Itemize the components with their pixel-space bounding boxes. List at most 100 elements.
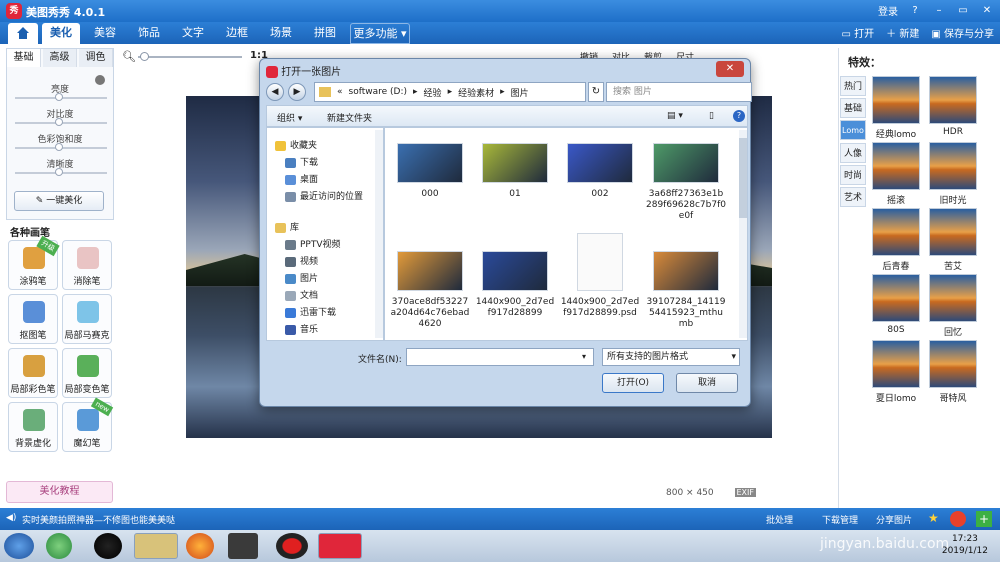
filename-input[interactable] [406, 348, 594, 366]
download-manager-button[interactable]: 下载管理 [822, 513, 858, 526]
zoom-icon[interactable]: 🔍︎ [122, 50, 136, 63]
effect-tab-lomo[interactable]: Lomo [840, 120, 866, 140]
qq-icon[interactable] [94, 533, 122, 559]
magic-brush-button[interactable]: 魔幻笔 new [62, 397, 114, 452]
tab-basic[interactable]: 基础 [7, 49, 41, 67]
explorer-icon[interactable] [134, 533, 178, 559]
effect-thumb[interactable] [929, 340, 977, 388]
file-item[interactable]: 002 [560, 143, 640, 200]
tab-more[interactable]: 更多功能 ▾ [350, 23, 410, 44]
nav-thunder-downloads[interactable]: 迅雷下载 [285, 305, 336, 318]
effect-tab-portrait[interactable]: 人像 [840, 143, 866, 163]
new-button[interactable]: ＋ 新建 [886, 25, 919, 40]
nav-pptv[interactable]: PPTV视频 [285, 237, 341, 250]
nav-scrollbar[interactable] [375, 130, 383, 338]
recolor-brush-button[interactable]: 局部变色笔 [62, 348, 112, 398]
cancel-button[interactable]: 取消 [676, 373, 738, 393]
tab-beautify[interactable]: 美化 [42, 23, 80, 44]
effect-tab-art[interactable]: 艺术 [840, 187, 866, 207]
weibo-icon[interactable] [950, 511, 966, 527]
organize-button[interactable]: 组织 ▾ [277, 111, 302, 124]
effect-thumb[interactable] [872, 340, 920, 388]
breadcrumb-pictures[interactable]: 图片 [511, 86, 529, 99]
back-button[interactable]: ◀ [266, 83, 284, 101]
breadcrumb-jingyan[interactable]: 经验 [424, 86, 442, 99]
tab-scene[interactable]: 场景 [262, 23, 300, 44]
effect-tab-basic[interactable]: 基础 [840, 98, 866, 118]
dialog-close-button[interactable]: ✕ [716, 61, 744, 77]
save-share-button[interactable]: ▣ 保存与分享 [931, 25, 994, 40]
zoom-slider[interactable] [138, 56, 242, 58]
minimize-button[interactable]: – [932, 4, 946, 18]
effect-tab-hot[interactable]: 热门 [840, 76, 866, 96]
blur-background-button[interactable]: 背景虚化 [8, 402, 58, 452]
eraser-brush-button[interactable]: 消除笔 [62, 240, 112, 290]
filetype-select[interactable]: 所有支持的图片格式 ▾ [602, 348, 740, 366]
nav-music[interactable]: 音乐 [285, 322, 318, 335]
add-icon[interactable]: + [976, 511, 992, 527]
refresh-icon[interactable]: ↻ [588, 82, 604, 102]
effect-thumb[interactable] [929, 208, 977, 256]
sharpness-knob[interactable] [55, 168, 63, 176]
share-image-button[interactable]: 分享图片 [876, 513, 912, 526]
nav-documents[interactable]: 文档 [285, 288, 318, 301]
promo-text[interactable]: 实时美颜拍照神器—不修图也能美美哒 [22, 513, 175, 526]
saturation-knob[interactable] [55, 143, 63, 151]
view-menu-icon[interactable]: ▤ ▾ [667, 111, 683, 121]
effect-thumb[interactable] [929, 76, 977, 124]
file-scrollbar[interactable] [739, 130, 747, 338]
tab-collage[interactable]: 拼图 [306, 23, 344, 44]
tab-border[interactable]: 边框 [218, 23, 256, 44]
breadcrumb-drive[interactable]: software (D:) [349, 87, 408, 97]
tab-color[interactable]: 调色 [79, 49, 113, 67]
search-input[interactable]: 搜索 图片 [606, 82, 752, 102]
start-button[interactable] [4, 533, 34, 559]
meitu-taskbar-icon[interactable] [318, 533, 362, 559]
tab-accessories[interactable]: 饰品 [130, 23, 168, 44]
nav-favorites[interactable]: 收藏夹 [275, 138, 317, 151]
preview-pane-icon[interactable]: ▯ [709, 111, 714, 121]
breadcrumb-overflow[interactable]: « [337, 87, 343, 97]
close-button[interactable]: ✕ [980, 4, 994, 18]
file-item[interactable]: 000 [390, 143, 470, 200]
mosaic-brush-button[interactable]: 局部马赛克 [62, 294, 112, 344]
open-button[interactable]: 打开(O) [602, 373, 664, 393]
file-scrollbar-thumb[interactable] [739, 138, 747, 218]
effect-thumb[interactable] [872, 142, 920, 190]
zoom-knob[interactable] [140, 52, 149, 61]
doodle-brush-button[interactable]: 涂鸦笔 升级 [8, 235, 60, 290]
forward-button[interactable]: ▶ [288, 83, 306, 101]
recorder-icon[interactable] [276, 533, 308, 559]
effect-tab-fashion[interactable]: 时尚 [840, 165, 866, 185]
maximize-button[interactable]: ▭ [956, 4, 970, 18]
address-bar[interactable]: « software (D:) ▸ 经验 ▸ 经验素材 ▸ 图片 [314, 82, 586, 102]
nav-downloads[interactable]: 下载 [285, 155, 318, 168]
tutorial-button[interactable]: 美化教程 [6, 481, 113, 503]
batch-button[interactable]: 批处理 [766, 513, 793, 526]
exif-button[interactable]: EXIF [734, 488, 756, 497]
nav-pictures[interactable]: 图片 [285, 271, 318, 284]
file-item[interactable]: 39107284_1411954415923_mthumb [646, 251, 726, 330]
file-item[interactable]: 1440x900_2d7edf917d28899.psd [560, 233, 640, 319]
app-360-icon[interactable] [46, 533, 72, 559]
home-icon[interactable] [8, 23, 38, 44]
file-item[interactable]: 3a68ff27363e1b289f69628c7b7f0e0f [646, 143, 726, 222]
file-item[interactable]: 1440x900_2d7edf917d28899 [475, 251, 555, 319]
file-item[interactable]: 01 [475, 143, 555, 200]
effect-thumb[interactable] [872, 274, 920, 322]
nav-videos[interactable]: 视频 [285, 254, 318, 267]
cutout-brush-button[interactable]: 抠图笔 [8, 294, 58, 344]
contrast-knob[interactable] [55, 118, 63, 126]
help-button[interactable]: ? [908, 4, 922, 18]
file-item[interactable]: 370ace8df53227a204d64c76ebad4620 [390, 251, 470, 330]
media-player-icon[interactable] [228, 533, 258, 559]
firefox-icon[interactable] [186, 533, 214, 559]
login-link[interactable]: 登录 [878, 3, 898, 18]
nav-library[interactable]: 库 [275, 220, 299, 233]
one-key-beautify-button[interactable]: ✎ 一键美化 [14, 191, 104, 211]
tab-text[interactable]: 文字 [174, 23, 212, 44]
effect-thumb[interactable] [929, 142, 977, 190]
help-icon[interactable]: ? [733, 110, 745, 122]
chevron-down-icon[interactable]: ▾ [582, 352, 586, 361]
breadcrumb-material[interactable]: 经验素材 [458, 86, 494, 99]
